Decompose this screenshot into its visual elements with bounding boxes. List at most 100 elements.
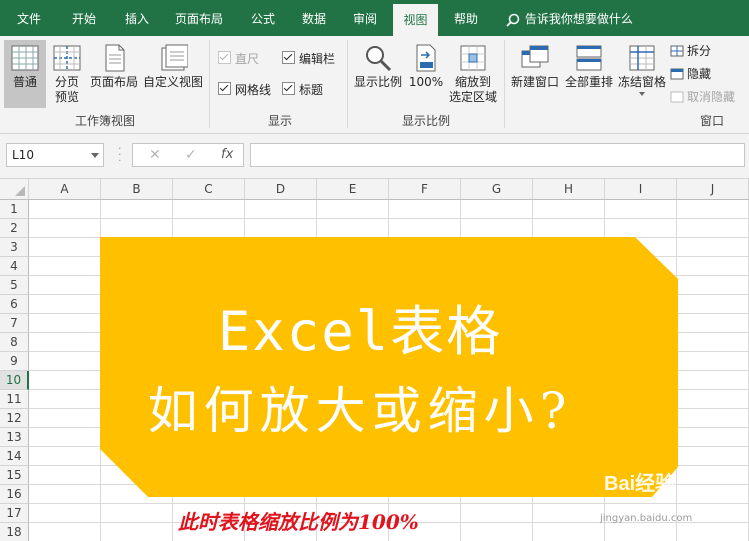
row-header[interactable]: 8 — [0, 333, 29, 352]
row-header[interactable]: 3 — [0, 238, 29, 257]
row-header[interactable]: 7 — [0, 314, 29, 333]
column-header[interactable]: B — [101, 179, 173, 200]
tab-3[interactable]: 页面布局 — [168, 0, 230, 36]
tab-4[interactable]: 公式 — [243, 0, 283, 36]
row-gridline — [29, 218, 749, 219]
normal-view-button[interactable]: 普通 — [4, 40, 46, 108]
row-header[interactable]: 17 — [0, 504, 29, 523]
select-all-icon — [15, 186, 25, 196]
custom-views-label: 自定义视图 — [143, 75, 204, 89]
insert-function-icon[interactable]: fx — [221, 147, 233, 162]
row-header[interactable]: 18 — [0, 523, 29, 541]
tab-5[interactable]: 数据 — [294, 0, 334, 36]
column-header[interactable]: H — [533, 179, 605, 200]
tab-0[interactable]: 文件 — [11, 0, 47, 36]
zoom-to-selection-button[interactable]: 缩放到 选定区域 — [446, 40, 500, 108]
row-header[interactable]: 16 — [0, 485, 29, 504]
group-separator — [347, 40, 348, 128]
zoom-selection-label-1: 缩放到 — [454, 75, 491, 89]
hide-label: 隐藏 — [687, 67, 712, 81]
arrange-all-button[interactable]: 全部重排 — [563, 40, 615, 108]
column-header[interactable]: D — [245, 179, 317, 200]
formula-input[interactable] — [250, 143, 745, 167]
zoom-note: 此时表格缩放比例为100% — [178, 510, 419, 534]
row-header[interactable]: 14 — [0, 447, 29, 466]
split-button[interactable]: 拆分 — [670, 42, 711, 60]
zoom-100-icon — [416, 44, 436, 72]
column-header[interactable]: F — [389, 179, 461, 200]
hide-button[interactable]: 隐藏 — [670, 65, 711, 83]
zoom-100-label: 100% — [408, 75, 444, 89]
worksheet-grid[interactable]: ABCDEFGHIJ 1 2 3 4 5 6 7 8 9 10 11 12 13 14 15 16 17 18 E… — [0, 179, 749, 541]
row-header[interactable]: 12 — [0, 409, 29, 428]
headings-check — [282, 82, 295, 95]
unhide-button[interactable]: 取消隐藏 — [670, 88, 735, 106]
page-layout-label: 页面布局 — [89, 75, 138, 89]
column-header[interactable]: J — [677, 179, 749, 200]
zoom-button[interactable]: 显示比例 — [352, 40, 404, 108]
row-header[interactable]: 1 — [0, 200, 29, 219]
column-header[interactable]: G — [461, 179, 533, 200]
gridlines-label: 网格线 — [235, 83, 272, 97]
custom-views-button[interactable]: 自定义视图 — [143, 40, 203, 108]
column-header[interactable]: E — [317, 179, 389, 200]
drag-handle-icon[interactable]: · · · — [118, 143, 122, 166]
normal-view-label: 普通 — [12, 75, 37, 89]
headings-label: 标题 — [299, 83, 324, 97]
split-icon — [670, 45, 684, 57]
ruler-check — [218, 51, 231, 64]
row-header[interactable]: 4 — [0, 257, 29, 276]
zoom-label: 显示比例 — [353, 75, 402, 89]
row-header[interactable]: 11 — [0, 390, 29, 409]
tab-1[interactable]: 开始 — [64, 0, 104, 36]
formula-bar-label: 编辑栏 — [299, 52, 336, 66]
select-all-corner[interactable] — [0, 179, 29, 200]
row-header[interactable]: 2 — [0, 219, 29, 238]
gridlines-check — [218, 82, 231, 95]
tell-me-label: 告诉我你想要做什么 — [524, 12, 633, 26]
zoom-selection-icon — [460, 45, 486, 71]
banner-title-line2: 如何放大或缩小? — [147, 382, 573, 440]
page-break-icon — [53, 45, 81, 71]
title-banner — [100, 237, 678, 497]
row-header[interactable]: 15 — [0, 466, 29, 485]
page-layout-button[interactable]: 页面布局 — [89, 40, 139, 108]
page-break-preview-button[interactable]: 分页 预览 — [48, 40, 86, 108]
row-header[interactable]: 10 — [0, 371, 29, 390]
row-header[interactable]: 5 — [0, 276, 29, 295]
workbook-views-group-label: 工作簿视图 — [74, 114, 135, 128]
row-header[interactable]: 9 — [0, 352, 29, 371]
group-separator — [504, 40, 505, 128]
zoom-100-button[interactable]: 100% — [407, 40, 445, 108]
column-header[interactable]: A — [29, 179, 101, 200]
formula-bar: L10 · · · ✕ ✓ fx — [0, 134, 749, 179]
ribbon-view: 普通 分页 预览 页面布局 自定义视图 工作簿视图 直尺 编辑栏 网格线 标题 … — [0, 36, 749, 134]
column-header[interactable]: C — [173, 179, 245, 200]
freeze-panes-button[interactable]: 冻结窗格 — [616, 40, 668, 108]
tab-2[interactable]: 插入 — [117, 0, 157, 36]
page-break-label-2: 预览 — [54, 90, 79, 104]
tab-6[interactable]: 审阅 — [345, 0, 385, 36]
enter-icon[interactable]: ✓ — [185, 147, 197, 163]
cancel-icon[interactable]: ✕ — [149, 147, 161, 163]
tell-me-search[interactable]: 告诉我你想要做什么 — [505, 0, 633, 36]
watermark-url: jingyan.baidu.com — [600, 513, 693, 524]
new-window-button[interactable]: 新建窗口 — [508, 40, 562, 108]
name-box[interactable]: L10 — [6, 143, 104, 167]
split-label: 拆分 — [687, 44, 712, 58]
search-icon — [506, 13, 520, 27]
tab-8[interactable]: 帮助 — [446, 0, 486, 36]
banner-shape — [100, 237, 678, 497]
row-header[interactable]: 13 — [0, 428, 29, 447]
hide-icon — [670, 68, 684, 80]
unhide-icon — [670, 91, 684, 103]
row-header[interactable]: 6 — [0, 295, 29, 314]
ruler-label: 直尺 — [235, 52, 260, 66]
column-header[interactable]: I — [605, 179, 677, 200]
headings-checkbox[interactable]: 标题 — [282, 82, 323, 98]
window-group-label: 窗口 — [699, 114, 724, 128]
ruler-checkbox[interactable]: 直尺 — [218, 51, 259, 67]
gridlines-checkbox[interactable]: 网格线 — [218, 82, 271, 98]
tab-7[interactable]: 视图 — [393, 4, 438, 36]
formula-bar-checkbox[interactable]: 编辑栏 — [282, 51, 335, 67]
